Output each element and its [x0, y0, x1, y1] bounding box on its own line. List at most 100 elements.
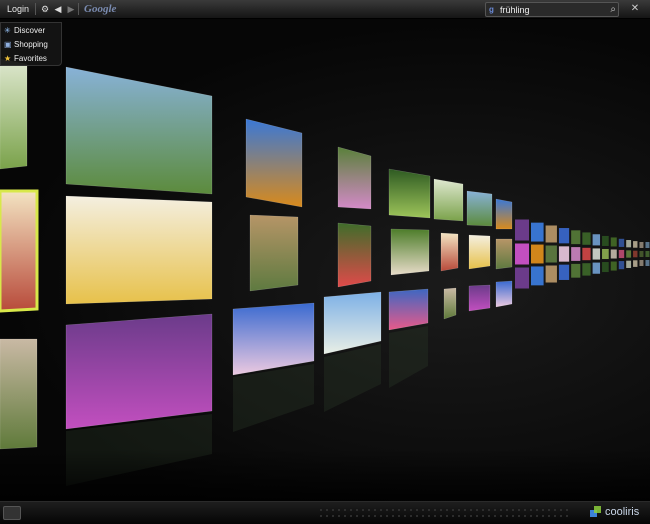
photo-thumbnail[interactable]: [388, 168, 431, 219]
photo-thumbnail[interactable]: [610, 261, 617, 271]
magnifier-icon[interactable]: ⌕: [610, 3, 616, 16]
close-icon[interactable]: ✕: [628, 2, 642, 16]
cooliris-logo-icon: [590, 506, 601, 517]
side-menu: ✳ Discover ▣ Shopping ★ Favorites: [0, 22, 62, 66]
shopping-bag-icon: ▣: [4, 40, 12, 49]
photo-thumbnail[interactable]: [645, 242, 650, 248]
photo-thumbnail[interactable]: [639, 242, 644, 248]
photo-thumbnail[interactable]: [468, 234, 491, 270]
photo-thumbnail[interactable]: [633, 250, 638, 258]
photo-thumbnail[interactable]: [639, 251, 644, 257]
photo-thumbnail[interactable]: [468, 284, 491, 312]
search-box[interactable]: g ⌕: [485, 2, 619, 17]
photo-thumbnail[interactable]: [626, 260, 632, 268]
photo-thumbnail[interactable]: [618, 261, 625, 270]
photo-thumbnail[interactable]: [531, 222, 544, 242]
photo-wall[interactable]: [0, 19, 650, 501]
photo-thumbnail[interactable]: [618, 238, 625, 247]
photo-thumbnail[interactable]: [645, 251, 650, 257]
fullscreen-icon[interactable]: [3, 506, 21, 520]
photo-thumbnail[interactable]: [0, 189, 39, 313]
photo-thumbnail[interactable]: [626, 250, 632, 258]
back-arrow-icon[interactable]: ◀: [54, 2, 62, 16]
photo-thumbnail[interactable]: [633, 260, 638, 267]
photo-thumbnail[interactable]: [531, 266, 544, 286]
photo-thumbnail[interactable]: [592, 262, 601, 274]
progress-dots: [318, 507, 568, 519]
floor-fade: [0, 449, 650, 501]
photo-thumbnail[interactable]: [610, 249, 617, 259]
photo-thumbnail[interactable]: [558, 264, 570, 280]
discover-icon: ✳: [4, 26, 11, 35]
photo-thumbnail[interactable]: [515, 243, 529, 265]
menu-item-favorites[interactable]: ★ Favorites: [1, 52, 61, 66]
photo-thumbnail[interactable]: [592, 234, 601, 246]
photo-thumbnail[interactable]: [65, 195, 213, 305]
photo-thumbnail[interactable]: [610, 237, 617, 247]
engine-icon: g: [489, 5, 494, 14]
photo-thumbnail[interactable]: [440, 232, 459, 272]
photo-thumbnail[interactable]: [495, 238, 513, 270]
photo-thumbnail[interactable]: [571, 263, 581, 278]
gear-icon[interactable]: ⚙: [40, 2, 50, 16]
photo-thumbnail[interactable]: [515, 219, 529, 241]
photo-thumbnail[interactable]: [558, 246, 570, 262]
photo-thumbnail[interactable]: [0, 338, 38, 450]
photo-thumbnail[interactable]: [571, 247, 581, 261]
divider: [35, 3, 36, 15]
cooliris-logo-text[interactable]: cooliris: [605, 504, 639, 520]
photo-thumbnail[interactable]: [602, 235, 609, 246]
photo-thumbnail[interactable]: [602, 248, 609, 260]
photo-thumbnail[interactable]: [545, 225, 557, 243]
photo-thumbnail[interactable]: [0, 58, 28, 170]
photo-thumbnail[interactable]: [582, 232, 591, 245]
photo-thumbnail[interactable]: [65, 66, 213, 195]
photo-thumbnail[interactable]: [323, 291, 382, 355]
photo-thumbnail[interactable]: [545, 265, 557, 283]
photo-reflection: [324, 344, 381, 412]
photo-thumbnail[interactable]: [639, 260, 644, 266]
photo-reflection: [233, 364, 314, 432]
photo-thumbnail[interactable]: [337, 146, 372, 210]
forward-arrow-icon[interactable]: ▶: [67, 2, 75, 16]
menu-item-label: Shopping: [14, 40, 48, 49]
photo-thumbnail[interactable]: [65, 313, 213, 430]
photo-thumbnail[interactable]: [602, 262, 609, 273]
menu-item-shopping[interactable]: ▣ Shopping: [1, 38, 61, 52]
toolbar: Login ⚙ ◀ ▶ Google g ⌕ ✕: [0, 0, 650, 19]
photo-thumbnail[interactable]: [645, 260, 650, 266]
photo-thumbnail[interactable]: [571, 230, 581, 245]
photo-thumbnail[interactable]: [545, 245, 557, 263]
photo-thumbnail[interactable]: [232, 302, 315, 376]
photo-thumbnail[interactable]: [582, 247, 591, 261]
photo-thumbnail[interactable]: [592, 248, 601, 260]
photo-thumbnail[interactable]: [531, 244, 544, 264]
photo-thumbnail[interactable]: [337, 222, 372, 288]
photo-thumbnail[interactable]: [633, 241, 638, 248]
photo-thumbnail[interactable]: [249, 214, 299, 292]
photo-thumbnail[interactable]: [443, 287, 457, 320]
bottom-bar: cooliris: [0, 501, 650, 524]
photo-thumbnail[interactable]: [558, 228, 570, 244]
photo-thumbnail[interactable]: [495, 198, 513, 230]
divider: [78, 3, 79, 15]
photo-thumbnail[interactable]: [582, 263, 591, 276]
menu-item-label: Favorites: [14, 54, 47, 63]
photo-thumbnail[interactable]: [515, 267, 529, 289]
photo-thumbnail[interactable]: [433, 178, 464, 222]
search-engine-logo[interactable]: Google: [84, 1, 116, 17]
photo-reflection: [389, 326, 428, 388]
photo-thumbnail[interactable]: [618, 249, 625, 259]
menu-item-discover[interactable]: ✳ Discover: [1, 24, 61, 38]
photo-thumbnail[interactable]: [245, 118, 303, 208]
photo-thumbnail[interactable]: [466, 190, 493, 227]
menu-item-label: Discover: [14, 26, 46, 35]
login-link[interactable]: Login: [7, 0, 29, 18]
photo-wall-canvas: [0, 58, 650, 486]
search-input[interactable]: [500, 3, 600, 16]
star-icon: ★: [4, 54, 12, 63]
photo-thumbnail[interactable]: [388, 288, 429, 331]
photo-thumbnail[interactable]: [495, 280, 513, 308]
photo-thumbnail[interactable]: [626, 240, 632, 248]
photo-thumbnail[interactable]: [390, 228, 430, 276]
